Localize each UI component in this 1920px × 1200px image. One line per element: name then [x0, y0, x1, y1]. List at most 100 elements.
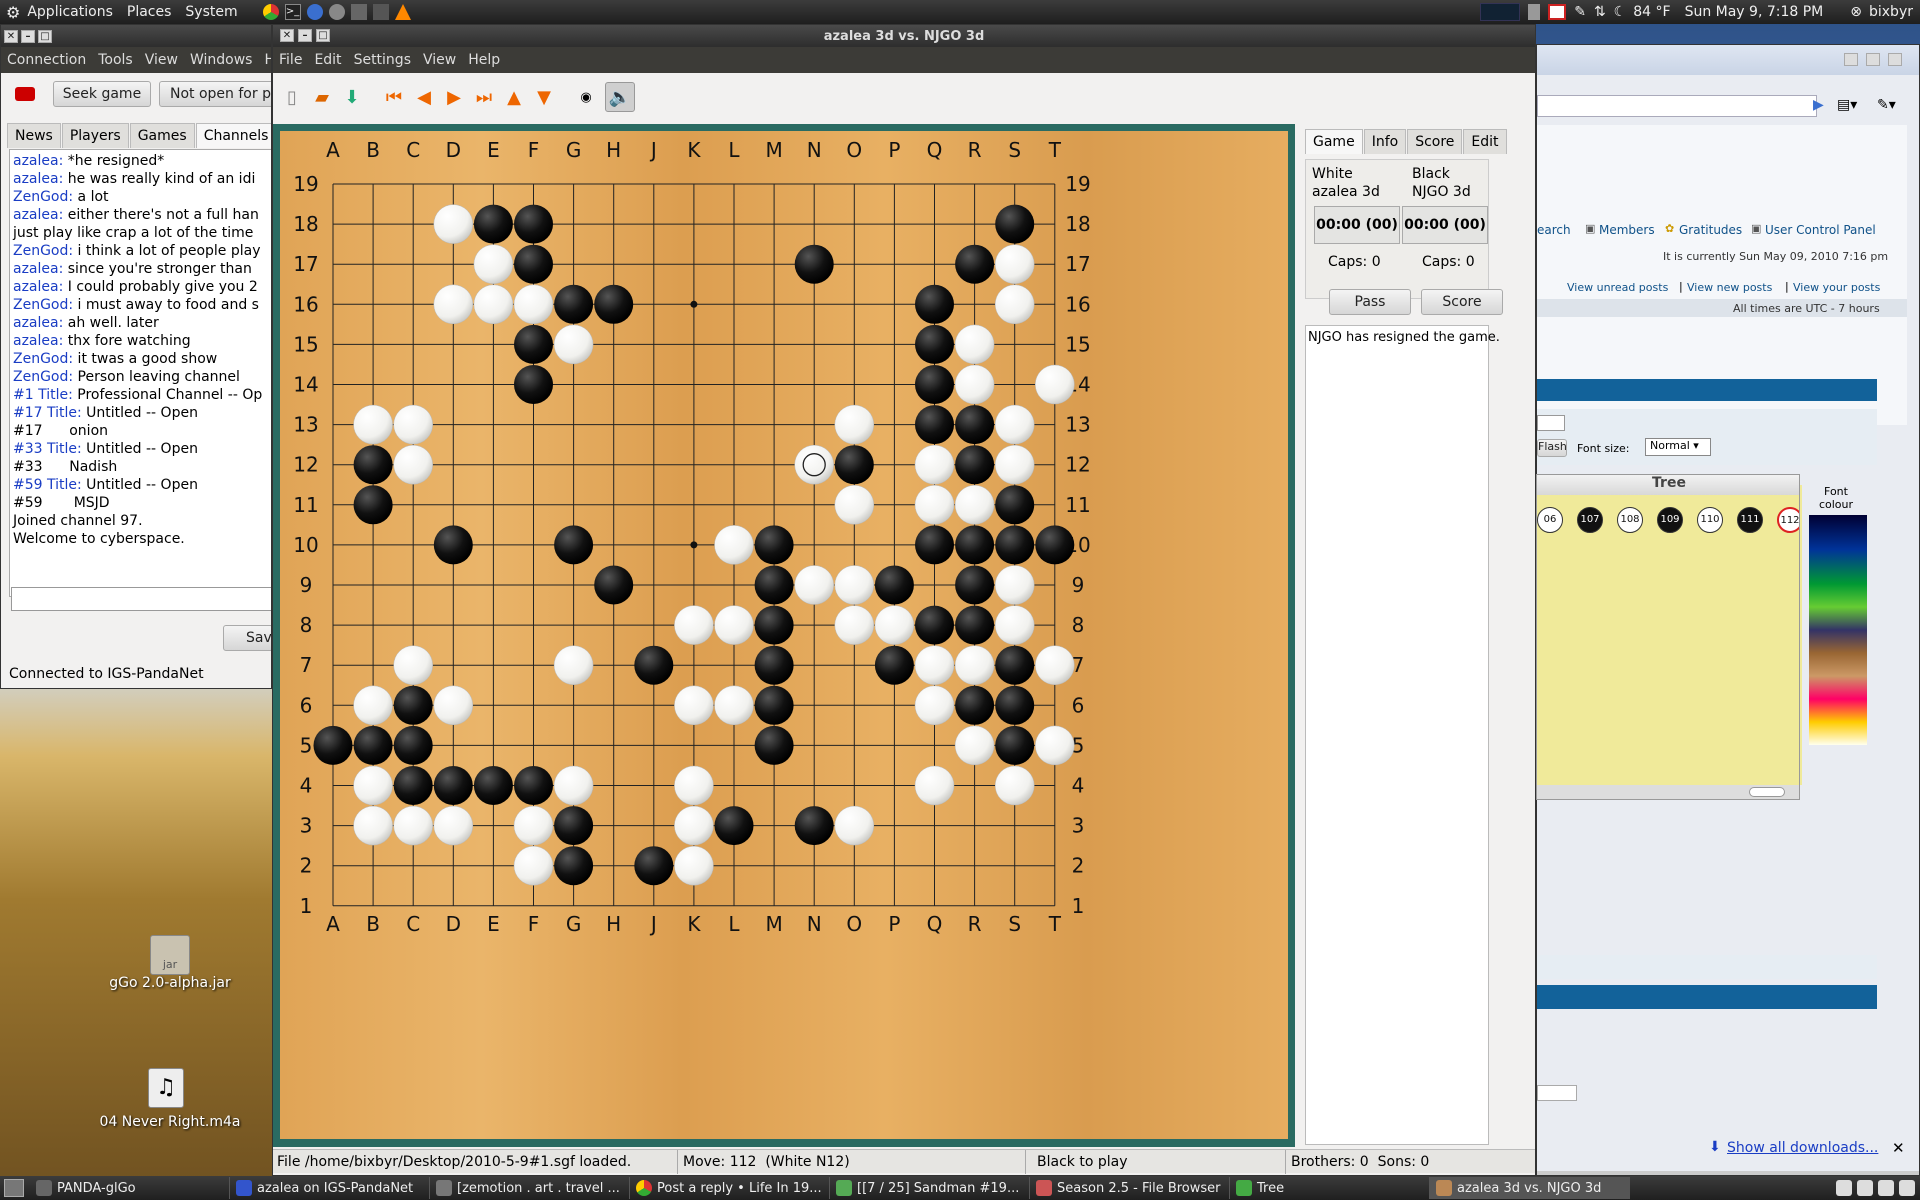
chat-nick[interactable]: ZenGod: — [13, 369, 73, 385]
session-icon[interactable]: ⊗ — [1850, 4, 1862, 20]
black-stone[interactable] — [754, 685, 794, 725]
notes-icon[interactable]: ✎ — [1574, 4, 1586, 20]
white-stone[interactable] — [473, 244, 514, 284]
black-stone[interactable] — [955, 405, 995, 445]
go-arrow-icon[interactable]: ▶ — [1813, 97, 1824, 113]
black-stone[interactable] — [955, 445, 995, 485]
tab-news[interactable]: News — [7, 123, 61, 148]
view-new-link[interactable]: View new posts — [1687, 281, 1772, 294]
tree-node[interactable]: 110 — [1697, 507, 1723, 533]
tab-score[interactable]: Score — [1407, 129, 1463, 154]
white-stone[interactable] — [553, 645, 594, 685]
tab-games[interactable]: Games — [129, 123, 195, 148]
menu-places[interactable]: Places — [120, 4, 179, 20]
menu-edit[interactable]: Edit — [308, 52, 347, 68]
search-link[interactable]: earch — [1537, 223, 1571, 237]
black-stone[interactable] — [433, 766, 473, 805]
black-stone[interactable] — [915, 365, 954, 404]
next-variation-icon[interactable]: ▼ — [533, 86, 555, 108]
menu-view[interactable]: View — [139, 52, 184, 68]
black-stone[interactable] — [554, 525, 594, 565]
black-stone[interactable] — [915, 284, 954, 324]
tab-game[interactable]: Game — [1305, 129, 1363, 154]
menu-tools[interactable]: Tools — [92, 52, 139, 68]
white-stone[interactable] — [874, 605, 915, 645]
score-button[interactable]: Score — [1421, 289, 1503, 315]
minimize-button[interactable]: – — [298, 29, 312, 42]
tray-icon[interactable] — [1836, 1180, 1852, 1196]
black-stone[interactable] — [514, 204, 553, 244]
tree-scroll-thumb[interactable] — [1749, 787, 1785, 797]
tree-node[interactable]: 111 — [1737, 507, 1763, 533]
black-stone[interactable] — [915, 525, 954, 565]
close-button[interactable]: ✕ — [4, 29, 18, 43]
black-stone[interactable] — [955, 565, 995, 605]
chat-input[interactable] — [11, 587, 271, 611]
black-stone[interactable] — [353, 445, 393, 485]
chat-nick[interactable]: azalea: — [13, 279, 63, 295]
black-stone[interactable] — [995, 685, 1035, 725]
audio-file-icon[interactable]: ♫ — [148, 1068, 184, 1108]
white-stone[interactable] — [393, 645, 433, 685]
white-stone[interactable] — [674, 765, 714, 806]
taskbar-item[interactable]: Post a reply • Life In 19... — [630, 1177, 830, 1199]
save-file-icon[interactable]: ⬇ — [341, 86, 363, 108]
network-icon[interactable]: ⇅ — [1594, 4, 1606, 20]
tab-channels[interactable]: Channels — [195, 123, 271, 148]
white-stone[interactable] — [674, 805, 714, 846]
menu-help[interactable]: Help — [462, 52, 506, 68]
maximize-button[interactable] — [1866, 53, 1880, 66]
go-launcher-icon[interactable] — [328, 4, 345, 20]
black-stone[interactable] — [915, 324, 954, 364]
tray-icon[interactable] — [1899, 1180, 1915, 1196]
black-stone[interactable] — [874, 565, 914, 605]
white-stone[interactable] — [674, 605, 714, 645]
seek-game-button[interactable]: Seek game — [53, 81, 151, 107]
black-stone[interactable] — [995, 525, 1035, 565]
white-stone[interactable] — [914, 485, 955, 525]
black-stone[interactable] — [834, 445, 874, 485]
colour-palette[interactable] — [1809, 515, 1867, 745]
tree-node[interactable]: 108 — [1617, 507, 1643, 533]
white-stone[interactable] — [954, 725, 995, 766]
white-stone[interactable] — [353, 685, 393, 726]
tab-edit[interactable]: Edit — [1463, 129, 1507, 154]
white-stone[interactable] — [473, 284, 514, 325]
close-button[interactable]: ✕ — [280, 29, 294, 42]
black-stone[interactable] — [634, 645, 674, 685]
white-stone[interactable] — [714, 525, 754, 565]
white-stone[interactable] — [834, 485, 875, 525]
black-stone[interactable] — [393, 766, 433, 805]
view-your-posts-link[interactable]: View your posts — [1793, 281, 1880, 294]
white-stone[interactable] — [994, 765, 1035, 806]
white-stone[interactable] — [393, 805, 433, 846]
white-stone[interactable] — [433, 204, 474, 244]
maximize-button[interactable]: □ — [38, 29, 52, 43]
tree-node[interactable]: 107 — [1577, 507, 1603, 533]
black-stone[interactable] — [754, 565, 794, 605]
black-stone[interactable] — [794, 806, 834, 846]
white-stone[interactable] — [513, 805, 554, 846]
close-downloads-icon[interactable]: ✕ — [1892, 1139, 1905, 1157]
black-stone[interactable] — [955, 605, 995, 645]
white-stone[interactable] — [914, 685, 955, 726]
menu-help[interactable]: Hel — [258, 52, 271, 68]
white-stone[interactable] — [994, 284, 1035, 325]
chrome-launcher-icon[interactable] — [262, 4, 279, 20]
menu-windows[interactable]: Windows — [184, 52, 259, 68]
white-stone[interactable] — [914, 765, 955, 806]
chat-nick[interactable]: ZenGod: — [13, 351, 73, 367]
new-file-icon[interactable]: ▯ — [281, 86, 303, 108]
app-launcher-icon[interactable] — [372, 4, 389, 20]
previous-move-icon[interactable]: ◀ — [413, 86, 435, 108]
menu-file[interactable]: File — [273, 52, 308, 68]
white-stone[interactable] — [1035, 364, 1075, 405]
black-stone[interactable] — [594, 284, 634, 324]
taskbar-item[interactable]: azalea on IGS-PandaNet — [230, 1177, 430, 1199]
pass-button[interactable]: Pass — [1329, 289, 1411, 315]
menu-settings[interactable]: Settings — [348, 52, 417, 68]
tab-info[interactable]: Info — [1363, 129, 1407, 154]
taskbar-item[interactable]: azalea 3d vs. NJGO 3d — [1430, 1177, 1630, 1199]
clock[interactable]: Sun May 9, 7:18 PM — [1678, 4, 1831, 20]
chat-nick[interactable]: #1 Title: — [13, 387, 73, 403]
